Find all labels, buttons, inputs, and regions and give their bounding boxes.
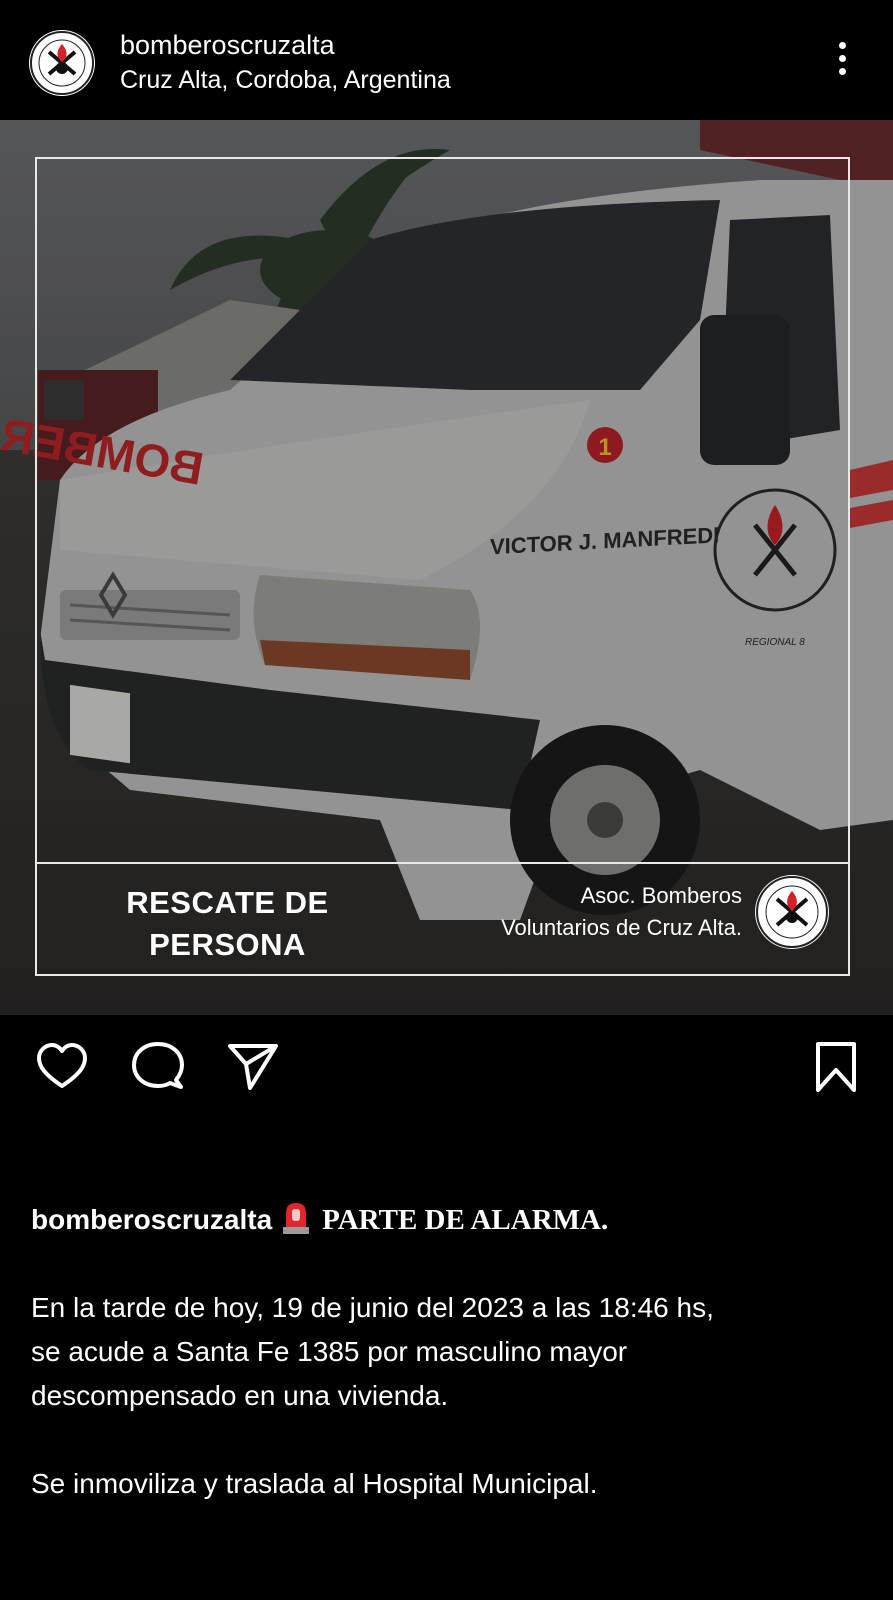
org-logo-icon bbox=[755, 875, 829, 949]
comment-icon[interactable] bbox=[130, 1040, 186, 1096]
photo-frame-top bbox=[35, 157, 850, 864]
profile-avatar[interactable] bbox=[29, 30, 95, 96]
more-vertical-icon[interactable] bbox=[832, 42, 852, 82]
overlay-org-line2: Voluntarios de Cruz Alta. bbox=[501, 915, 742, 940]
post-location[interactable]: Cruz Alta, Cordoba, Argentina bbox=[120, 66, 451, 95]
caption-line-1: En la tarde de hoy, 19 de junio del 2023… bbox=[31, 1292, 714, 1323]
caption-line-4: Se inmoviliza y traslada al Hospital Mun… bbox=[31, 1468, 598, 1499]
post-header: bomberoscruzalta Cruz Alta, Cordoba, Arg… bbox=[0, 0, 893, 120]
post-caption: bomberoscruzalta PARTE DE ALARMA. En la t… bbox=[31, 1198, 871, 1506]
caption-line-3: descompensado en una vivienda. bbox=[31, 1380, 449, 1411]
fire-department-logo-icon bbox=[30, 31, 94, 95]
overlay-title: RESCATE DE PERSONA bbox=[80, 882, 375, 966]
overlay-title-line1: RESCATE DE bbox=[126, 885, 329, 920]
action-bar bbox=[0, 1040, 893, 1100]
post-username[interactable]: bomberoscruzalta bbox=[120, 30, 335, 61]
send-icon[interactable] bbox=[226, 1040, 282, 1096]
heart-icon[interactable] bbox=[34, 1040, 90, 1096]
caption-headline: PARTE DE ALARMA. bbox=[322, 1204, 609, 1236]
overlay-title-line2: PERSONA bbox=[149, 927, 306, 962]
siren-emoji-icon bbox=[280, 1199, 312, 1235]
bookmark-icon[interactable] bbox=[808, 1040, 864, 1096]
caption-username[interactable]: bomberoscruzalta bbox=[31, 1204, 272, 1235]
overlay-org-line1: Asoc. Bomberos bbox=[580, 883, 742, 908]
caption-line-2: se acude a Santa Fe 1385 por masculino m… bbox=[31, 1336, 628, 1367]
overlay-org: Asoc. Bomberos Voluntarios de Cruz Alta. bbox=[420, 880, 742, 944]
